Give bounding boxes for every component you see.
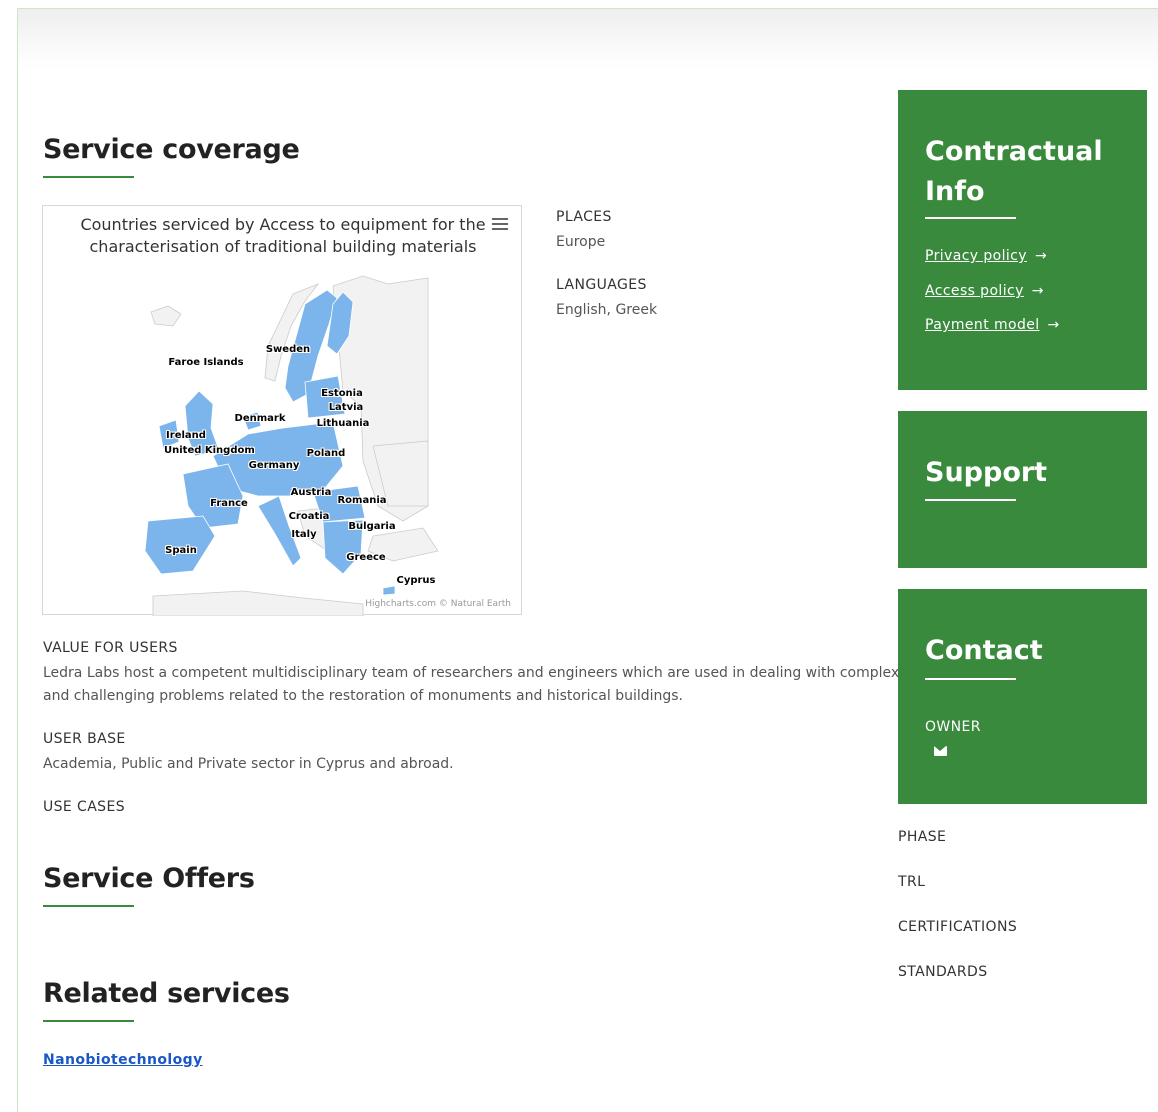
- country-label: Faroe Islands: [168, 357, 244, 368]
- trl-label: TRL: [898, 874, 926, 890]
- country-label: Greece: [346, 552, 386, 563]
- country-label: Cyprus: [396, 575, 436, 586]
- country-label: France: [210, 498, 248, 509]
- coverage-map-chart[interactable]: Countries serviced by Access to equipmen…: [42, 205, 523, 616]
- service-offers-heading: Service Offers: [43, 863, 255, 894]
- country-label: Sweden: [265, 344, 311, 355]
- envelope-icon[interactable]: [934, 746, 947, 756]
- certifications-label: CERTIFICATIONS: [898, 919, 1018, 935]
- heading-underline: [43, 905, 134, 907]
- access-policy-link[interactable]: Access policy →: [925, 283, 1044, 299]
- country-label: Lithuania: [316, 418, 370, 429]
- map-title: Countries serviced by Access to equipmen…: [80, 215, 486, 256]
- owner-label: OWNER: [925, 719, 981, 735]
- region-cyprus: [382, 585, 396, 596]
- europe-map[interactable]: [43, 206, 523, 616]
- country-label: Latvia: [328, 402, 364, 413]
- chart-menu-icon[interactable]: [492, 218, 508, 232]
- contractual-info-panel: Contractual Info Privacy policy → Access …: [898, 90, 1147, 390]
- contractual-title-line1: Contractual: [925, 136, 1103, 167]
- country-label: Denmark: [234, 413, 286, 424]
- support-panel: Support: [898, 411, 1147, 568]
- user-base-value: Academia, Public and Private sector in C…: [43, 756, 454, 772]
- country-label: Ireland: [166, 430, 206, 441]
- country-label: Poland: [306, 448, 346, 459]
- related-service-link[interactable]: Nanobiotechnology: [43, 1052, 203, 1068]
- payment-model-link[interactable]: Payment model →: [925, 317, 1060, 333]
- country-label: United Kingdom: [164, 445, 255, 456]
- panel-underline: [925, 499, 1016, 501]
- value-for-users-line1: Ledra Labs host a competent multidiscipl…: [43, 665, 900, 681]
- country-label: Italy: [291, 529, 317, 540]
- support-title: Support: [925, 457, 1048, 488]
- places-value: Europe: [556, 234, 606, 250]
- user-base-label: USER BASE: [43, 731, 126, 747]
- value-for-users-label: VALUE FOR USERS: [43, 640, 178, 656]
- value-for-users-line2: and challenging problems related to the …: [43, 688, 684, 704]
- use-cases-label: USE CASES: [43, 799, 126, 815]
- top-band: [18, 9, 1158, 71]
- land-iceland: [150, 305, 182, 327]
- country-label: Germany: [248, 460, 300, 471]
- payment-model-label: Payment model: [925, 317, 1040, 333]
- contact-panel: Contact OWNER: [898, 589, 1147, 804]
- privacy-policy-label: Privacy policy: [925, 248, 1027, 264]
- arrow-right-icon: →: [1034, 248, 1048, 264]
- contractual-title-line2: Info: [925, 176, 985, 207]
- languages-value: English, Greek: [556, 302, 658, 318]
- country-label: Estonia: [321, 388, 363, 399]
- access-policy-label: Access policy: [925, 283, 1024, 299]
- land-africa: [152, 590, 364, 616]
- arrow-right-icon: →: [1047, 317, 1060, 333]
- country-label: Spain: [165, 545, 197, 556]
- panel-underline: [925, 678, 1016, 680]
- panel-underline: [925, 217, 1016, 219]
- privacy-policy-link[interactable]: Privacy policy →: [925, 248, 1047, 264]
- languages-label: LANGUAGES: [556, 277, 647, 293]
- country-label: Romania: [337, 495, 387, 506]
- standards-label: STANDARDS: [898, 964, 988, 980]
- arrow-right-icon: →: [1031, 283, 1044, 299]
- related-services-heading: Related services: [43, 978, 290, 1009]
- contact-title: Contact: [925, 635, 1043, 666]
- places-label: PLACES: [556, 209, 612, 225]
- phase-label: PHASE: [898, 829, 947, 845]
- map-credits[interactable]: Highcharts.com © Natural Earth: [365, 599, 511, 609]
- heading-underline: [43, 176, 134, 178]
- heading-underline: [43, 1020, 134, 1022]
- service-coverage-heading: Service coverage: [43, 134, 300, 165]
